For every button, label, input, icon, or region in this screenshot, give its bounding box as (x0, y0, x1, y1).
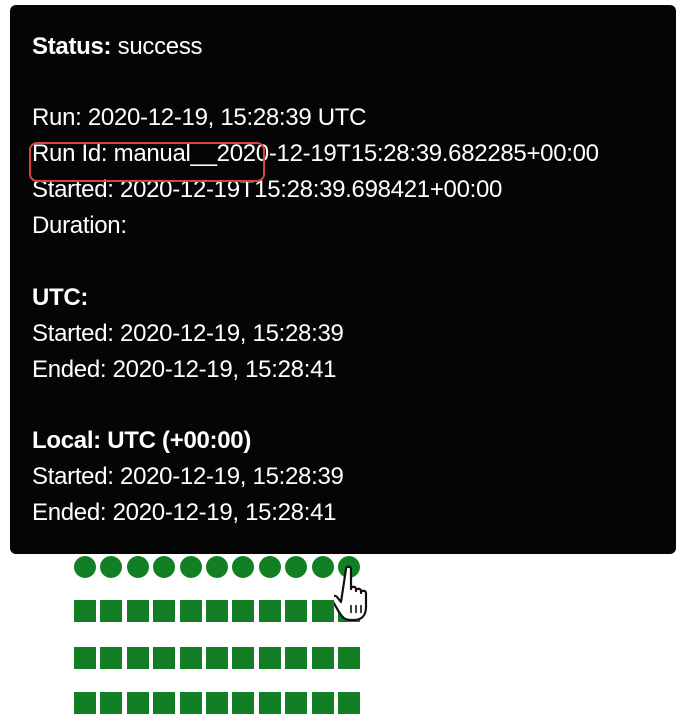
task-instance-status-square[interactable] (206, 600, 228, 622)
utc-ended-line: Ended: 2020-12-19, 15:28:41 (32, 356, 337, 383)
task-instance-status-square[interactable] (74, 647, 96, 669)
dag-run-status-circle[interactable] (285, 556, 307, 578)
task-instance-status-square[interactable] (153, 692, 175, 714)
status-label: Status: (32, 33, 112, 60)
status-line: Status: success (32, 32, 203, 62)
local-ended-line: Ended: 2020-12-19, 15:28:41 (32, 499, 337, 526)
utc-started-line: Started: 2020-12-19, 15:28:39 (32, 320, 344, 347)
page: Status: success Run: 2020-12-19, 15:28:3… (0, 0, 676, 715)
task-instance-status-square[interactable] (232, 600, 254, 622)
task-instance-status-square[interactable] (100, 692, 122, 714)
status-value: success (117, 33, 203, 60)
duration-line: Duration: (32, 212, 127, 239)
dag-run-status-circle[interactable] (312, 556, 334, 578)
dag-run-status-circle[interactable] (153, 556, 175, 578)
dag-run-status-circle[interactable] (259, 556, 281, 578)
task-instance-status-square[interactable] (180, 600, 202, 622)
task-instance-status-square[interactable] (232, 647, 254, 669)
local-started-line: Started: 2020-12-19, 15:28:39 (32, 463, 344, 490)
task-instance-status-square[interactable] (259, 647, 281, 669)
task-instance-status-square[interactable] (180, 647, 202, 669)
run-id-line: Run Id: manual__2020-12-19T15:28:39.6822… (32, 140, 599, 167)
task-instance-status-square[interactable] (259, 692, 281, 714)
task-instance-status-square[interactable] (74, 692, 96, 714)
local-heading: Local: UTC (+00:00) (32, 427, 252, 454)
dag-run-status-circle[interactable] (206, 556, 228, 578)
task-instance-status-square[interactable] (100, 647, 122, 669)
task-instance-status-square[interactable] (180, 692, 202, 714)
task-instance-status-square[interactable] (206, 692, 228, 714)
task-instance-status-square[interactable] (285, 600, 307, 622)
dag-run-status-circle[interactable] (127, 556, 149, 578)
task-instance-status-square[interactable] (285, 647, 307, 669)
task-instance-status-square[interactable] (338, 692, 360, 714)
dag-run-tooltip: Status: success Run: 2020-12-19, 15:28:3… (10, 5, 676, 554)
utc-heading: UTC: (32, 284, 89, 311)
dag-run-status-circle[interactable] (180, 556, 202, 578)
task-instance-status-square[interactable] (153, 647, 175, 669)
task-instance-status-square[interactable] (206, 647, 228, 669)
task-instance-status-square[interactable] (312, 692, 334, 714)
task-instance-status-square[interactable] (127, 600, 149, 622)
dag-run-status-circle[interactable] (100, 556, 122, 578)
hand-pointer-icon (334, 565, 368, 622)
started-line: Started: 2020-12-19T15:28:39.698421+00:0… (32, 176, 503, 203)
dag-run-status-circle[interactable] (232, 556, 254, 578)
dag-run-status-circle[interactable] (74, 556, 96, 578)
task-instance-status-square[interactable] (127, 647, 149, 669)
task-instance-status-square[interactable] (259, 600, 281, 622)
task-instance-status-square[interactable] (285, 692, 307, 714)
task-instance-status-square[interactable] (100, 600, 122, 622)
task-instance-status-square[interactable] (127, 692, 149, 714)
task-instance-status-square[interactable] (153, 600, 175, 622)
run-line: Run: 2020-12-19, 15:28:39 UTC (32, 104, 367, 131)
task-instance-status-square[interactable] (312, 647, 334, 669)
task-instance-status-square[interactable] (338, 647, 360, 669)
task-instance-status-square[interactable] (74, 600, 96, 622)
task-instance-status-square[interactable] (312, 600, 334, 622)
task-instance-status-square[interactable] (232, 692, 254, 714)
